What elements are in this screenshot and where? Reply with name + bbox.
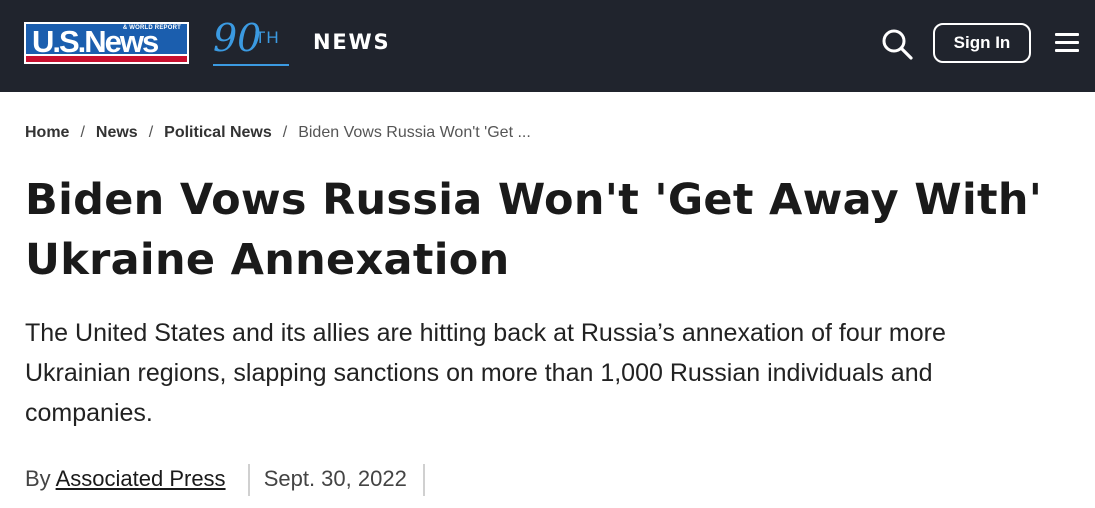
author-link[interactable]: Associated Press <box>56 466 226 491</box>
byline: By Associated Press Sept. 30, 2022 <box>25 463 439 497</box>
site-header: U.S.News & WORLD REPORT 90 TH NEWS Sign … <box>0 0 1095 92</box>
section-label[interactable]: NEWS <box>313 30 390 54</box>
breadcrumb-separator: / <box>80 124 85 141</box>
breadcrumb-news[interactable]: News <box>96 124 138 141</box>
article-deck: The United States and its allies are hit… <box>25 319 946 427</box>
breadcrumb-separator: / <box>148 124 154 141</box>
logo-red-stripe <box>26 56 187 62</box>
90th-anniversary-badge: 90 TH <box>213 16 289 66</box>
sign-in-button[interactable]: Sign In <box>933 23 1031 63</box>
search-button[interactable] <box>880 27 914 61</box>
byline-divider <box>422 464 425 497</box>
search-icon <box>882 29 913 60</box>
breadcrumb-political-news[interactable]: Political News <box>164 124 272 141</box>
article-headline: Biden Vows Russia Won't 'Get Away With' … <box>25 175 1043 285</box>
breadcrumb-current: Biden Vows Russia Won't 'Get ... <box>298 124 531 141</box>
byline-prefix: By <box>25 466 51 491</box>
usnews-logo[interactable]: U.S.News & WORLD REPORT <box>24 22 189 64</box>
breadcrumb-home[interactable]: Home <box>25 124 69 141</box>
anniversary-suffix: TH <box>255 28 280 47</box>
hamburger-menu-icon[interactable] <box>1055 31 1079 55</box>
breadcrumb-separator: / <box>282 124 288 141</box>
breadcrumb: Home / News / Political News / Biden Vows Russ… <box>25 123 531 143</box>
byline-divider <box>247 464 250 497</box>
logo-subtext: & WORLD REPORT <box>122 25 181 31</box>
anniversary-underline <box>213 64 289 66</box>
publish-date: Sept. 30, 2022 <box>263 466 407 491</box>
